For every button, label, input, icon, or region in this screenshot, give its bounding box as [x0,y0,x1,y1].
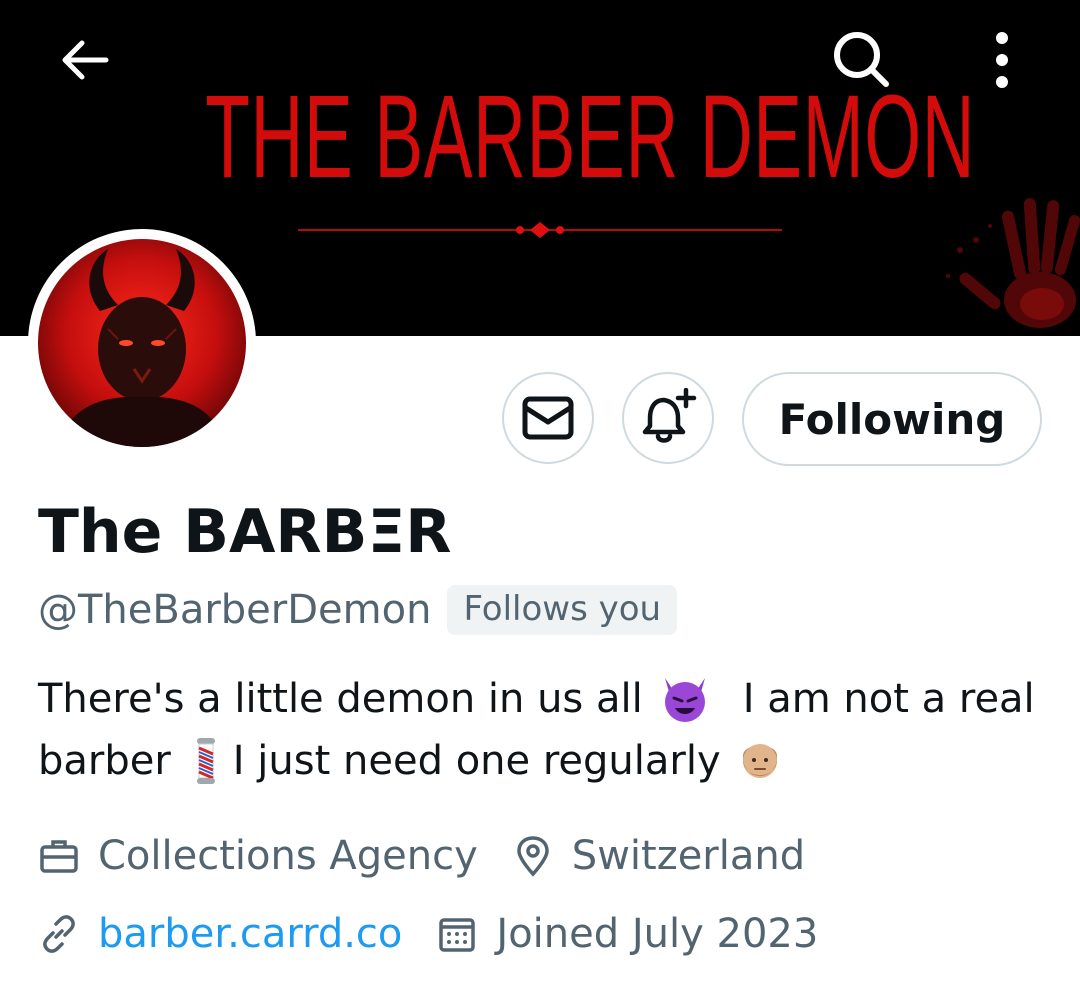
bio-text: I just need one regularly [232,738,721,784]
banner-title: THE BARBER DEMON [205,71,976,203]
banner-divider [298,222,782,238]
website-item: barber.carrd.co [38,911,402,957]
category-text: Collections Agency [98,833,478,879]
display-name: The BARBΞR [38,497,452,567]
website-link[interactable]: barber.carrd.co [98,911,402,957]
more-options-button[interactable] [962,20,1042,100]
joined-text: Joined July 2023 [496,911,819,957]
briefcase-icon [38,835,80,877]
category-item: Collections Agency [38,833,478,879]
search-button[interactable] [822,20,902,100]
envelope-icon [522,396,574,440]
bio: There's a little demon in us all I am no… [38,668,1048,792]
back-arrow-icon [62,40,109,80]
bearded-person-emoji-icon [742,744,777,778]
location-text: Switzerland [571,833,806,879]
smiling-devil-emoji-icon [664,678,705,722]
notifications-button[interactable] [622,372,714,464]
bio-text: There's a little demon in us all [38,676,643,722]
profile-meta-row-1: Collections Agency Switzerland [38,826,839,886]
profile-meta-row-2: barber.carrd.co Joined July 2023 [38,904,852,964]
following-button[interactable]: Following [742,372,1042,466]
search-icon [834,32,889,87]
joined-item: Joined July 2023 [436,911,818,957]
back-button[interactable] [44,20,124,100]
calendar-icon [436,913,478,955]
barber-pole-emoji-icon [196,738,215,784]
blood-handprint-decoration [946,198,1080,328]
bio-text: I am not a real [742,676,1035,722]
bell-plus-icon [642,388,697,443]
handle: @TheBarberDemon [38,587,432,633]
location-item: Switzerland [512,833,805,879]
bio-line-1: There's a little demon in us all I am no… [38,668,1048,730]
avatar[interactable] [28,229,256,457]
more-vertical-icon [996,32,1008,88]
link-icon [38,913,80,955]
location-pin-icon [512,835,554,877]
message-button[interactable] [502,372,594,464]
follows-you-badge: Follows you [447,585,678,635]
handle-row: @TheBarberDemon Follows you [38,580,678,640]
bio-text: barber [38,738,171,784]
bio-line-2: barber I just need one regularly [38,730,1048,792]
avatar-image [38,239,246,447]
